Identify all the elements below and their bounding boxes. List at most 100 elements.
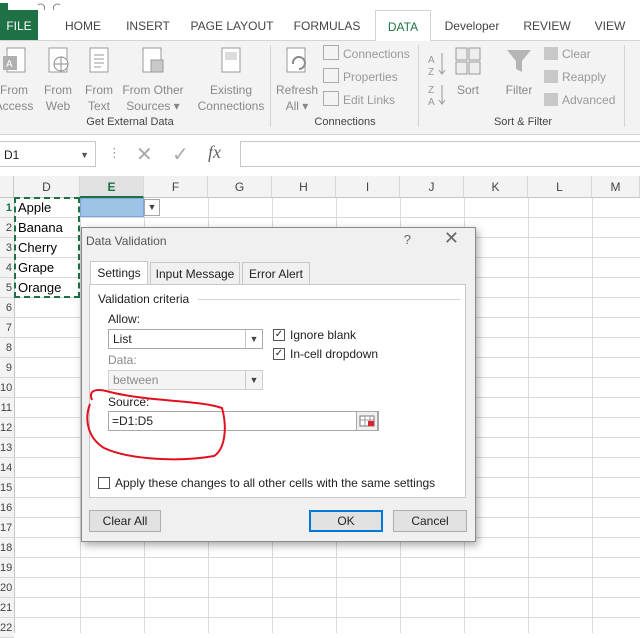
collapse-dialog-icon	[359, 415, 375, 427]
tab-view[interactable]: VIEW	[588, 10, 632, 40]
column-header-m[interactable]: M	[592, 176, 640, 198]
tab-file[interactable]: FILE	[0, 10, 38, 40]
from-text-button[interactable]: From Text	[81, 46, 117, 114]
dropdown-arrow-icon[interactable]: ▼	[144, 199, 160, 216]
column-header-g[interactable]: G	[208, 176, 272, 198]
row-header-21[interactable]: 21	[0, 598, 14, 618]
name-box[interactable]: D1 ▼	[0, 141, 96, 167]
insert-function-icon[interactable]: fx	[208, 142, 221, 163]
row-header-22[interactable]: 22	[0, 618, 14, 638]
tab-insert[interactable]: INSERT	[118, 10, 178, 40]
row-header-11[interactable]: 11	[0, 398, 14, 418]
close-icon[interactable]: ✕	[444, 228, 459, 249]
row-header-13[interactable]: 13	[0, 438, 14, 458]
reapply-label: Reapply	[562, 70, 607, 84]
from-access-button[interactable]: A From Access	[0, 46, 36, 114]
in-cell-dropdown-label: In-cell dropdown	[290, 347, 379, 361]
tab-error-alert[interactable]: Error Alert	[242, 262, 310, 284]
column-header-l[interactable]: L	[528, 176, 592, 198]
row-header-6[interactable]: 6	[0, 298, 14, 318]
data-value: between	[113, 373, 159, 387]
tab-home[interactable]: HOME	[54, 10, 112, 40]
connections-button[interactable]: Connections	[323, 45, 410, 63]
cancel-button[interactable]: Cancel	[393, 510, 467, 532]
source-input[interactable]: =D1:D5	[108, 411, 379, 431]
edit-links-button[interactable]: Edit Links	[323, 91, 395, 109]
more-dots-icon: ⋮	[108, 145, 121, 160]
column-header-k[interactable]: K	[464, 176, 528, 198]
formula-input[interactable]	[240, 141, 640, 167]
tab-page-layout[interactable]: PAGE LAYOUT	[186, 10, 278, 40]
properties-label: Properties	[343, 70, 398, 84]
group-separator	[270, 45, 271, 127]
allow-select[interactable]: List ▼	[108, 329, 263, 349]
advanced-button[interactable]: Advanced	[544, 91, 615, 109]
apply-all-label: Apply these changes to all other cells w…	[115, 476, 436, 490]
row-header-9[interactable]: 9	[0, 358, 14, 378]
chevron-down-icon: ▼	[245, 371, 262, 389]
reapply-button[interactable]: Reapply	[544, 68, 606, 86]
column-header-e[interactable]: E	[80, 176, 144, 198]
from-web-button[interactable]: From Web	[40, 46, 76, 114]
advanced-filter-icon	[544, 93, 558, 106]
column-header-i[interactable]: I	[336, 176, 400, 198]
other-sources-icon	[142, 47, 164, 73]
gridline	[14, 577, 640, 578]
row-header-18[interactable]: 18	[0, 538, 14, 558]
ignore-blank-checkbox[interactable]: ✓	[273, 329, 285, 341]
tab-developer[interactable]: Developer	[436, 10, 508, 40]
apply-all-checkbox[interactable]	[98, 477, 110, 489]
row-header-10[interactable]: 10	[0, 378, 14, 398]
refresh-all-button[interactable]: Refresh All ▾	[274, 46, 320, 114]
tab-settings[interactable]: Settings	[90, 261, 148, 285]
in-cell-dropdown-checkbox[interactable]: ✓	[273, 348, 285, 360]
row-header-8[interactable]: 8	[0, 338, 14, 358]
selected-cell-e1[interactable]	[80, 198, 144, 217]
row-header-19[interactable]: 19	[0, 558, 14, 578]
tab-formulas[interactable]: FORMULAS	[286, 10, 368, 40]
select-all-corner[interactable]	[0, 176, 14, 198]
help-icon[interactable]: ?	[404, 232, 411, 247]
chevron-down-icon[interactable]: ▼	[80, 142, 89, 168]
svg-text:Z: Z	[428, 85, 434, 96]
connections-label: Connections	[343, 47, 410, 61]
tab-input-message[interactable]: Input Message	[150, 262, 240, 284]
column-header-d[interactable]: D	[14, 176, 80, 198]
tab-data[interactable]: DATA	[375, 10, 431, 42]
sort-button[interactable]: Sort	[452, 46, 484, 98]
gridline	[528, 198, 529, 633]
tab-review[interactable]: REVIEW	[516, 10, 578, 40]
row-header-12[interactable]: 12	[0, 418, 14, 438]
row-header-14[interactable]: 14	[0, 458, 14, 478]
properties-button[interactable]: Properties	[323, 68, 398, 86]
gridline	[14, 217, 640, 218]
range-selector-icon[interactable]	[356, 411, 378, 431]
row-header-1[interactable]: 1	[0, 198, 14, 218]
sort-icon	[455, 47, 481, 75]
sort-az-icon: A Z Z A	[428, 53, 446, 108]
ribbon-tabs: FILE HOME INSERT PAGE LAYOUT FORMULAS DA…	[0, 10, 640, 42]
row-header-7[interactable]: 7	[0, 318, 14, 338]
existing-connections-button[interactable]: Existing Connections	[194, 46, 268, 114]
row-header-20[interactable]: 20	[0, 578, 14, 598]
row-header-3[interactable]: 3	[0, 238, 14, 258]
clear-button[interactable]: Clear	[544, 45, 591, 63]
row-header-5[interactable]: 5	[0, 278, 14, 298]
sort-az-button[interactable]: A Z Z A	[424, 49, 450, 109]
enter-entry-icon[interactable]: ✓	[172, 142, 189, 167]
cancel-entry-icon[interactable]: ✕	[136, 142, 153, 167]
web-icon	[48, 47, 69, 73]
row-header-16[interactable]: 16	[0, 498, 14, 518]
from-other-sources-button[interactable]: From Other Sources ▾	[120, 46, 186, 114]
row-header-17[interactable]: 17	[0, 518, 14, 538]
ok-button[interactable]: OK	[309, 510, 383, 532]
row-header-2[interactable]: 2	[0, 218, 14, 238]
column-header-f[interactable]: F	[144, 176, 208, 198]
row-header-15[interactable]: 15	[0, 478, 14, 498]
column-header-j[interactable]: J	[400, 176, 464, 198]
column-header-h[interactable]: H	[272, 176, 336, 198]
filter-button[interactable]: Filter	[502, 46, 536, 98]
row-header-4[interactable]: 4	[0, 258, 14, 278]
clear-all-button[interactable]: Clear All	[89, 510, 161, 532]
data-validation-dialog: Data Validation ? ✕ Settings Input Messa…	[81, 227, 476, 542]
